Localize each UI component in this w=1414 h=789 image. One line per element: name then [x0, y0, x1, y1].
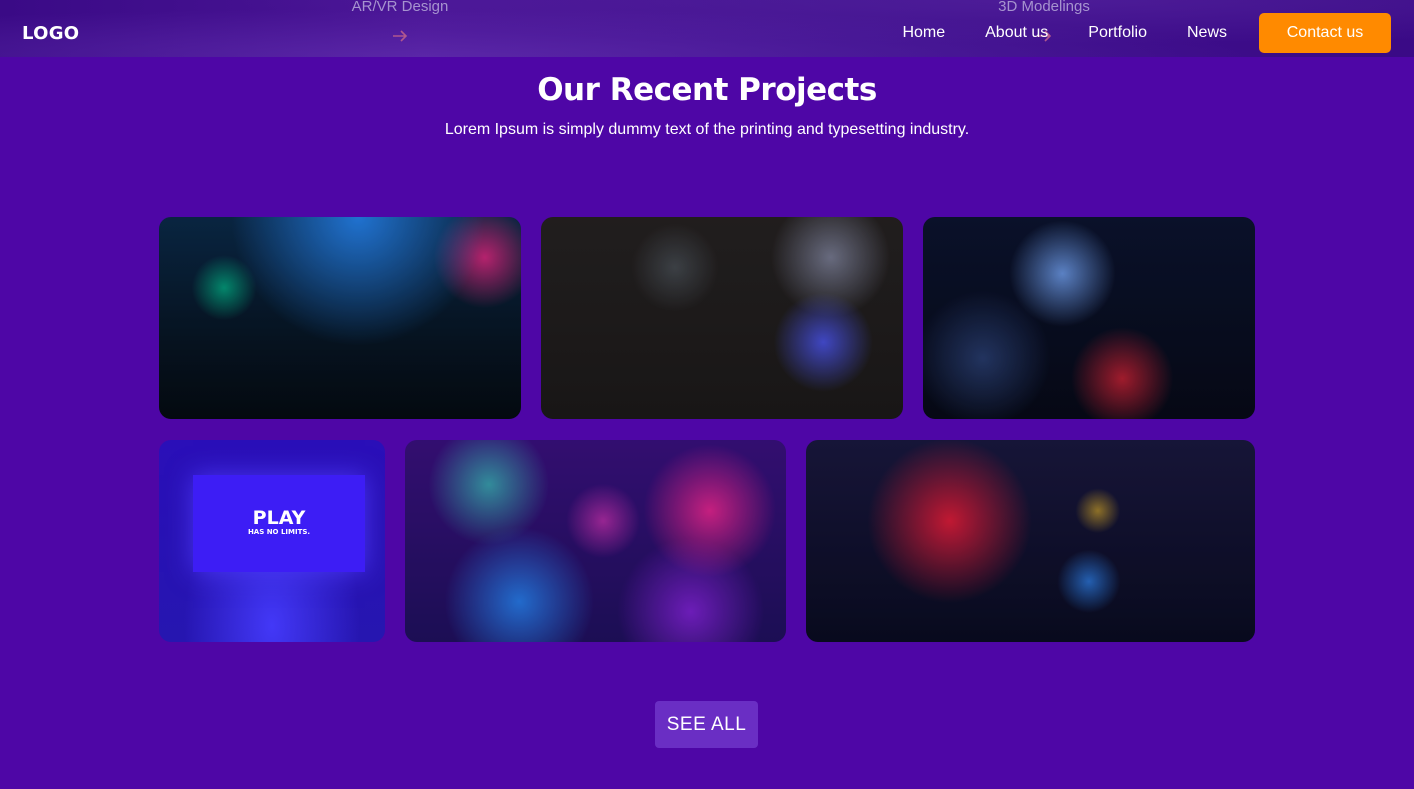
site-header: AR/VR Design 3D Modelings LOGO Home Abou… [0, 0, 1414, 57]
section-subtitle: Lorem Ipsum is simply dummy text of the … [444, 121, 970, 138]
project-card-neon-arcade[interactable] [159, 217, 521, 419]
project-card-play-screen[interactable]: PLAY HAS NO LIMITS. [159, 440, 385, 642]
section-title: Our Recent Projects [537, 72, 877, 108]
nav-home[interactable]: Home [902, 24, 945, 42]
screen-text: PLAY HAS NO LIMITS. [193, 508, 365, 537]
main-nav: Home About us Portfolio News Contact us [902, 13, 1391, 53]
project-card-pc-cooling[interactable] [923, 217, 1255, 419]
nav-about-us[interactable]: About us [985, 24, 1048, 42]
projected-screen: PLAY HAS NO LIMITS. [193, 475, 365, 572]
screen-title: PLAY [252, 507, 306, 529]
image-overlay [159, 217, 521, 419]
ghost-service-label: AR/VR Design [351, 0, 449, 15]
image-overlay [806, 440, 1255, 642]
nav-portfolio[interactable]: Portfolio [1088, 24, 1147, 42]
project-card-gamer-monitor[interactable] [541, 217, 903, 419]
ghost-service-ar-vr: AR/VR Design [300, 0, 500, 43]
image-overlay [923, 217, 1255, 419]
screen-tagline: HAS NO LIMITS. [247, 528, 311, 536]
nav-news[interactable]: News [1187, 24, 1227, 42]
site-logo[interactable]: LOGO [22, 23, 79, 44]
image-overlay [541, 217, 903, 419]
image-overlay [405, 440, 786, 642]
project-card-red-arcade[interactable] [806, 440, 1255, 642]
project-card-claw-arcade[interactable] [405, 440, 786, 642]
see-all-button[interactable]: SEE ALL [655, 701, 758, 748]
arrow-right-icon [392, 29, 408, 43]
contact-us-button[interactable]: Contact us [1259, 13, 1391, 53]
